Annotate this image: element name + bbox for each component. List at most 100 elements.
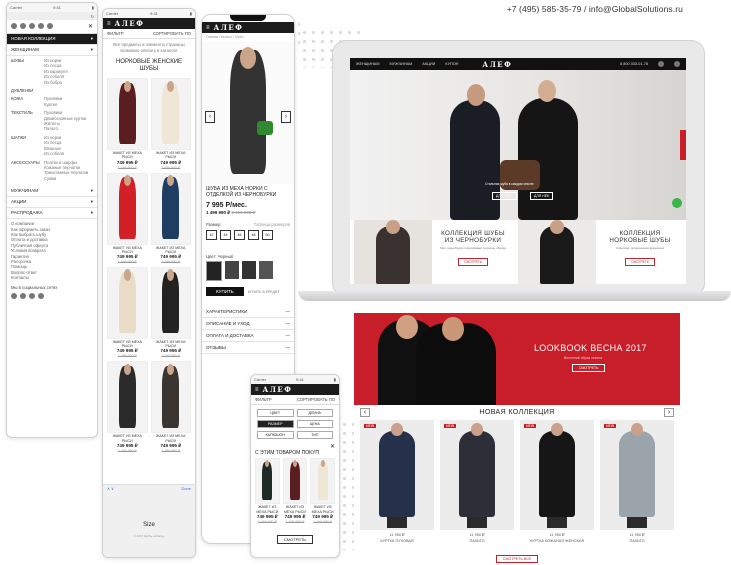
filter-button[interactable]: ФИЛЬТР	[255, 397, 272, 402]
filter-chip[interactable]: КАПЮШОН	[257, 431, 294, 440]
swatch[interactable]	[259, 261, 273, 280]
size-option[interactable]: 44	[220, 229, 231, 240]
product-card[interactable]: ЖАКЕТ ИЗ МЕХА РЫСИ 749 995 ₽1 499 990 ₽	[150, 78, 191, 170]
menu-section[interactable]: МУЖЧИНАМ ▾	[7, 186, 97, 198]
accordion-item[interactable]: ОПИСАНИЕ И УХОД —	[202, 318, 294, 331]
header-phone[interactable]: 8 800 333-01-78	[620, 62, 648, 66]
filter-chip[interactable]: ДЛИНА	[296, 409, 333, 418]
brand-logo[interactable]: АЛЕФ	[115, 19, 145, 28]
swatch[interactable]	[206, 261, 222, 282]
chevron-icon[interactable]: ∧ ∨	[107, 486, 114, 491]
instagram-icon[interactable]	[29, 293, 35, 299]
hero-button-women[interactable]: ДЛЯ НЕЕ	[530, 192, 554, 200]
vk-icon[interactable]	[11, 293, 17, 299]
size-option[interactable]: 46	[234, 229, 245, 240]
nav-item[interactable]: АКЦИИ	[422, 62, 435, 66]
done-button[interactable]: Done	[181, 486, 191, 491]
collection-image[interactable]	[518, 220, 596, 284]
swatch[interactable]	[225, 261, 239, 280]
breadcrumb[interactable]: Главная / Каталог / Шубы	[202, 33, 294, 42]
side-tab[interactable]	[680, 130, 686, 160]
menu-group-title[interactable]: ШУБЫ	[11, 58, 41, 85]
nav-item[interactable]: КУПОН	[445, 62, 458, 66]
filter-button[interactable]: ФИЛЬТР	[107, 31, 124, 36]
filter-chip[interactable]: ЦВЕТ	[257, 409, 294, 418]
product-image[interactable]: NEW	[600, 420, 674, 530]
see-button[interactable]: СМОТРЕТЬ	[276, 534, 314, 544]
filter-chip[interactable]: ЦЕНА	[296, 420, 333, 429]
product-image[interactable]	[107, 78, 148, 151]
search-icon[interactable]	[658, 61, 664, 67]
product-card[interactable]: NEW 11 950 ₽ КУРТКА ПУХОВАЯ	[360, 420, 434, 543]
size-table-link[interactable]: Таблица размеров	[254, 222, 290, 227]
menu-icon[interactable]: ≡	[255, 387, 259, 393]
nav-item[interactable]: МУЖЧИНАМ	[390, 62, 413, 66]
search-icon[interactable]	[20, 23, 26, 29]
whatsapp-icon[interactable]	[672, 198, 682, 208]
product-image[interactable]: NEW	[360, 420, 434, 530]
menu-group-title[interactable]: ДУБЛЕНКИ	[11, 88, 41, 93]
accordion-item[interactable]: ОПЛАТА И ДОСТАВКА —	[202, 330, 294, 343]
size-picker[interactable]: Size	[103, 522, 195, 528]
filter-chip[interactable]: РАЗМЕР	[257, 420, 294, 429]
url-bar[interactable]: ↻	[7, 12, 97, 20]
product-image[interactable]	[282, 458, 308, 505]
facebook-icon[interactable]	[20, 293, 26, 299]
product-card[interactable]: ЖАКЕТ ИЗ МЕХА РЫСИ 749 995 ₽1 499 990 ₽	[107, 78, 148, 170]
menu-subitem[interactable]: Трикотажные перчатки	[44, 170, 88, 175]
see-all-button[interactable]: СМОТРЕТЬ ВСЕ	[495, 555, 539, 563]
ok-icon[interactable]	[38, 293, 44, 299]
next-arrow-icon[interactable]: ›	[281, 110, 291, 123]
lookbook-banner[interactable]: LOOKBOOK ВЕСНА 2017 Весенний образ сезон…	[354, 313, 680, 405]
product-image[interactable]	[150, 78, 191, 151]
next-arrow-icon[interactable]: ›	[663, 408, 674, 417]
product-card[interactable]: NEW 11 950 ₽ ПАЛЬТО	[600, 420, 674, 543]
product-card[interactable]: ЖАКЕТ ИЗ МЕХА РЫСИ 749 995 ₽1 499 990 ₽	[150, 267, 191, 358]
menu-section[interactable]: АКЦИИ ▾	[7, 197, 97, 209]
product-image[interactable]: NEW	[440, 420, 514, 530]
product-image[interactable]	[107, 172, 148, 245]
close-icon[interactable]: ✕	[88, 23, 93, 30]
close-icon[interactable]: ✕	[251, 443, 339, 450]
lookbook-button[interactable]: СМОТРЕТЬ	[572, 364, 606, 372]
product-card[interactable]: ЖАКЕТ ИЗ МЕХА РЫСИ 749 995 ₽1 499 990 ₽	[150, 361, 191, 453]
product-card[interactable]: ЖАКЕТ ИЗ МЕХА РЫСИ 749 995 ₽1 499 990 ₽	[107, 172, 148, 264]
product-card[interactable]: ЖАКЕТ ИЗ МЕХА РЫСИ 749 995 ₽1 499 990 ₽	[107, 267, 148, 358]
sort-button[interactable]: СОРТИРОВАТЬ ПО	[297, 397, 335, 402]
filter-chip[interactable]: ТИП	[296, 431, 333, 440]
product-gallery[interactable]: ‹ ›	[202, 42, 294, 185]
swatch[interactable]	[242, 261, 256, 280]
menu-subitem[interactable]: Сумки	[44, 176, 88, 181]
product-card[interactable]: NEW 11 950 ₽ ПАЛЬТО	[440, 420, 514, 543]
hero-button-men[interactable]: ДЛЯ НЕГО	[492, 192, 518, 200]
product-image[interactable]	[150, 267, 191, 340]
product-image[interactable]	[107, 267, 148, 340]
product-image[interactable]	[310, 458, 335, 505]
product-image[interactable]	[150, 172, 191, 245]
product-card[interactable]: ЖАКЕТ ИЗ МЕХА РЫСИ 749 995 ₽1 499 990 ₽	[107, 361, 148, 453]
buy-credit-button[interactable]: КУПИТЬ В КРЕДИТ	[248, 290, 280, 294]
menu-group-title[interactable]: ШАПКИ	[11, 135, 41, 157]
menu-subitem[interactable]: Из песца	[44, 140, 64, 145]
size-option[interactable]: 50	[262, 229, 273, 240]
nav-item[interactable]: ЖЕНЩИНАМ	[356, 62, 380, 66]
menu-subitem[interactable]: Из соболя	[44, 151, 64, 156]
product-image[interactable]	[150, 361, 191, 434]
cart-icon[interactable]	[47, 23, 53, 29]
collection-button[interactable]: СМОТРЕТЬ	[625, 258, 655, 266]
prev-arrow-icon[interactable]: ‹	[360, 408, 370, 417]
product-image[interactable]: NEW	[520, 420, 594, 530]
menu-group-title[interactable]: КОЖА	[11, 96, 41, 107]
product-card[interactable]: NEW 11 950 ₽ КУРТКА КОЖАНАЯ ЖЕНСКАЯ	[520, 420, 594, 543]
menu-subitem[interactable]: Пальто	[44, 126, 86, 131]
menu-icon[interactable]: ≡	[107, 21, 111, 27]
phone-icon[interactable]	[11, 23, 17, 29]
footer-link[interactable]: Контакты	[11, 275, 93, 280]
brand-logo[interactable]: АЛЕФ	[214, 23, 244, 32]
menu-group-title[interactable]: ТЕКСТИЛЬ	[11, 110, 41, 132]
menu-subitem[interactable]: Куртки	[44, 102, 62, 107]
collection-image[interactable]	[354, 220, 432, 284]
menu-group-title[interactable]: АКСЕССУАРЫ	[11, 160, 41, 182]
menu-section[interactable]: РАСПРОДАЖА ▾	[7, 208, 97, 220]
accordion-item[interactable]: ОТЗЫВЫ —	[202, 342, 294, 355]
